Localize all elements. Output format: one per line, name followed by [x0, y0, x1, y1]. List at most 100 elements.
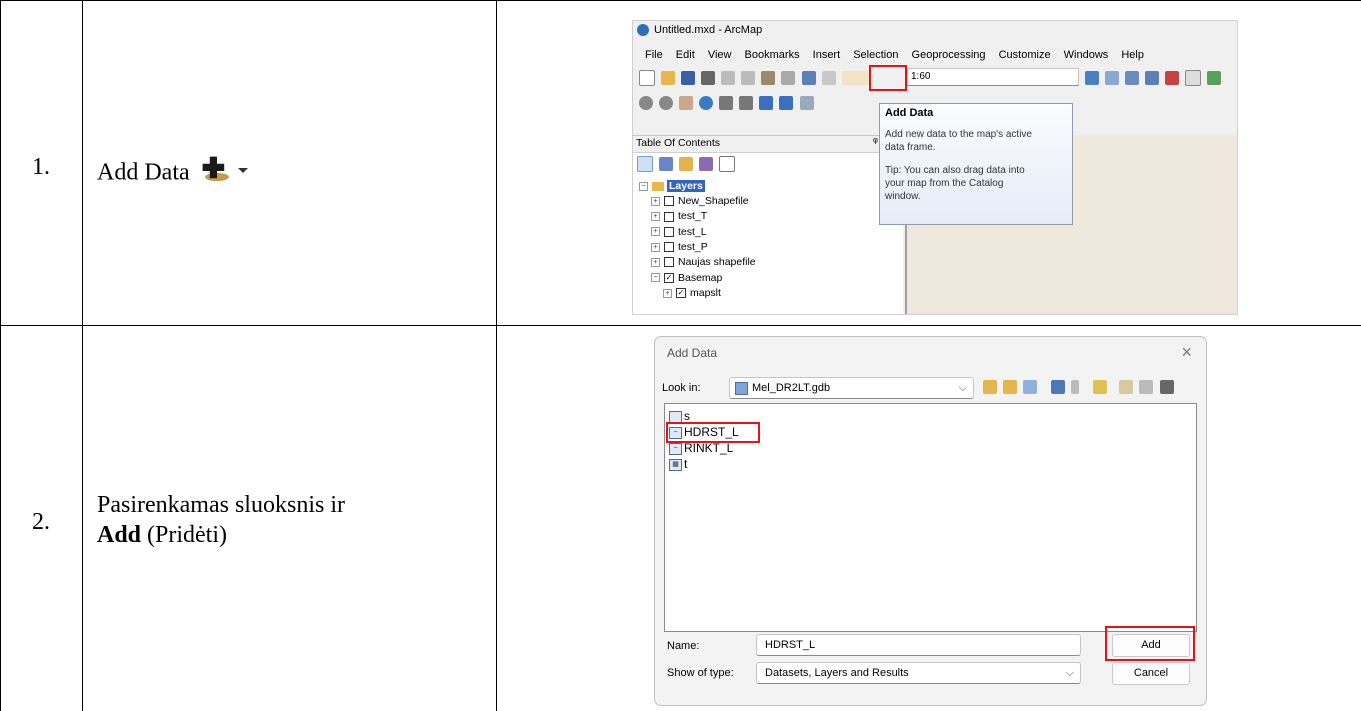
model-builder-icon[interactable] — [1207, 71, 1222, 85]
toc-layer-row[interactable]: + Naujas shapefile — [651, 256, 756, 269]
expand-icon[interactable]: + — [651, 196, 660, 206]
menu-insert[interactable]: Insert — [813, 49, 841, 61]
expand-icon[interactable]: + — [651, 227, 660, 237]
list-by-visibility-icon[interactable] — [679, 157, 694, 171]
expand-icon[interactable]: + — [651, 212, 660, 222]
paste-icon[interactable] — [761, 71, 776, 85]
layer-visibility-checkbox[interactable] — [664, 196, 674, 207]
dialog-close-icon[interactable]: × — [1181, 342, 1192, 363]
toc-folder-icon[interactable] — [1023, 380, 1038, 394]
home-folder-icon[interactable] — [1003, 380, 1018, 394]
new-geodatabase-icon[interactable] — [1139, 380, 1154, 394]
add-data-toolbar-icon[interactable] — [841, 71, 870, 85]
full-extent-icon[interactable] — [699, 96, 714, 110]
layer-name: test_T — [678, 210, 708, 223]
look-in-dropdown[interactable]: Mel_DR2LT.gdb ⌵ — [729, 377, 974, 399]
list-by-drawing-order-icon[interactable] — [637, 156, 653, 172]
catalog-icon[interactable] — [1125, 71, 1140, 85]
cut-icon[interactable] — [721, 71, 736, 85]
name-input[interactable]: HDRST_L — [756, 634, 1081, 656]
dataset-list[interactable]: s ~ HDRST_L ~ RINKT_L ▦ t — [664, 403, 1197, 632]
layer-name: Basemap — [678, 271, 723, 284]
back-extent-icon[interactable] — [759, 96, 774, 110]
menu-help[interactable]: Help — [1121, 49, 1144, 61]
step-text-2-line2: Add (Pridėti) — [97, 520, 487, 550]
fixed-zoom-out-icon[interactable] — [739, 96, 754, 110]
table-icon[interactable] — [1105, 71, 1120, 85]
list-by-selection-icon[interactable] — [699, 157, 714, 171]
arcmap-navigation-toolbar — [639, 96, 817, 110]
catalog-options-icon[interactable] — [1159, 380, 1174, 394]
expand-icon[interactable]: + — [651, 257, 660, 267]
toc-layer-row[interactable]: + test_T — [651, 210, 707, 223]
cancel-button[interactable]: Cancel — [1112, 662, 1190, 685]
new-document-icon[interactable] — [639, 70, 655, 86]
arcmap-standard-toolbar — [639, 70, 873, 86]
forward-extent-icon[interactable] — [779, 96, 794, 110]
search-window-icon[interactable] — [1145, 71, 1160, 85]
menu-selection[interactable]: Selection — [853, 49, 898, 61]
expand-icon[interactable]: + — [663, 288, 672, 298]
new-folder-icon[interactable] — [1119, 380, 1134, 394]
select-features-icon[interactable] — [799, 96, 814, 110]
list-item[interactable]: ~ RINKT_L — [669, 441, 733, 456]
dialog-toolbar — [983, 380, 1177, 394]
menu-view[interactable]: View — [708, 49, 732, 61]
open-folder-icon[interactable] — [661, 71, 676, 85]
zoom-out-icon[interactable] — [659, 96, 674, 110]
menu-bookmarks[interactable]: Bookmarks — [745, 49, 800, 61]
toc-pin-icon[interactable]: ᵠ — [873, 136, 878, 148]
menu-geoprocessing[interactable]: Geoprocessing — [912, 49, 986, 61]
list-item[interactable]: ▦ t — [669, 457, 687, 472]
redo-icon[interactable] — [821, 71, 836, 85]
undo-icon[interactable] — [801, 71, 816, 85]
menu-windows[interactable]: Windows — [1064, 49, 1109, 61]
connect-folder-icon[interactable] — [1093, 380, 1108, 394]
toc-layer-row[interactable]: + test_P — [651, 241, 708, 254]
menu-file[interactable]: File — [645, 49, 663, 61]
print-icon[interactable] — [701, 71, 716, 85]
delete-icon[interactable] — [781, 71, 796, 85]
layer-visibility-checkbox[interactable] — [664, 257, 674, 268]
up-one-level-icon[interactable] — [983, 380, 997, 394]
zoom-in-icon[interactable] — [639, 96, 653, 110]
collapse-icon[interactable]: − — [639, 181, 648, 191]
chevron-down-icon: ⌵ — [958, 382, 967, 394]
line-feature-class-icon: ~ — [669, 442, 682, 455]
map-scale-input[interactable]: 1:60 — [907, 68, 1079, 86]
arctoolbox-icon[interactable] — [1165, 71, 1180, 85]
toc-options-icon[interactable] — [719, 156, 736, 172]
step-text-1: Add Data — [97, 156, 252, 192]
tooltip-body: Add new data to the map's active data fr… — [885, 128, 1032, 203]
copy-icon[interactable] — [741, 71, 756, 85]
toc-layer-row[interactable]: + New_Shapefile — [651, 195, 749, 208]
table-border-top — [0, 0, 1361, 1]
toc-layers-root[interactable]: − Layers — [639, 180, 705, 193]
toc-layer-row[interactable]: + test_L — [651, 226, 707, 239]
show-type-dropdown[interactable]: Datasets, Layers and Results ⌵ — [756, 662, 1081, 684]
toc-layer-row[interactable]: + ✓ mapslt — [663, 287, 721, 300]
layer-visibility-checkbox[interactable]: ✓ — [676, 288, 686, 299]
table-icon: ▦ — [669, 458, 682, 471]
layer-visibility-checkbox[interactable] — [664, 211, 674, 222]
instruction-table: 1. Add Data Untitled.mxd - ArcMap File E… — [0, 0, 1361, 711]
expand-icon[interactable]: + — [651, 242, 660, 252]
toc-title: Table Of Contents — [636, 137, 721, 149]
fixed-zoom-in-icon[interactable] — [719, 96, 734, 110]
toc-layer-row[interactable]: − ✓ Basemap — [651, 272, 722, 285]
layer-visibility-checkbox[interactable] — [664, 226, 674, 237]
hdrst-highlight — [666, 422, 760, 443]
collapse-icon[interactable]: − — [651, 273, 660, 283]
menu-edit[interactable]: Edit — [676, 49, 695, 61]
pan-icon[interactable] — [679, 96, 694, 110]
layer-visibility-checkbox[interactable]: ✓ — [664, 272, 674, 283]
save-icon[interactable] — [681, 71, 696, 85]
menu-customize[interactable]: Customize — [999, 49, 1051, 61]
python-window-icon[interactable] — [1185, 70, 1202, 86]
view-dropdown-icon[interactable] — [1071, 380, 1080, 394]
editor-icon[interactable] — [1085, 71, 1099, 85]
list-by-source-icon[interactable] — [659, 157, 674, 171]
table-column-divider-2 — [496, 0, 497, 711]
view-options-icon[interactable] — [1051, 380, 1066, 394]
layer-visibility-checkbox[interactable] — [664, 242, 674, 253]
